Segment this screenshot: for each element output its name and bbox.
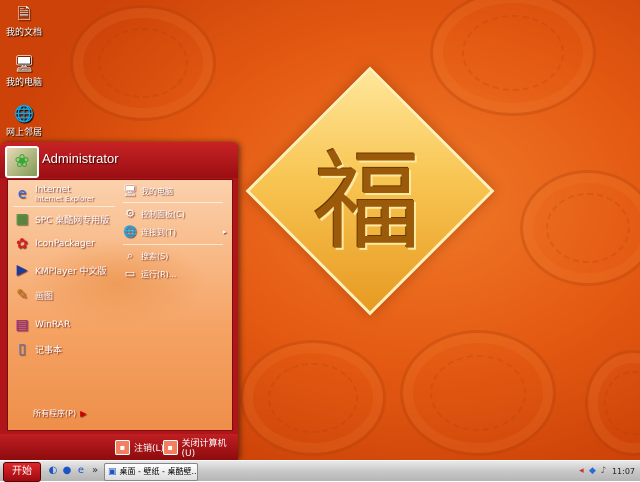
taskbar-window-title: 桌面 - 壁纸 - 桌酷壁...: [119, 467, 198, 476]
menu-item-label: 画图: [35, 291, 54, 302]
submenu-arrow-icon: ▸: [223, 228, 227, 236]
connect-to-icon: 🌐: [123, 225, 137, 238]
wallpaper-seal: [520, 170, 640, 286]
menu-item-paint[interactable]: ✎ 画图: [13, 284, 53, 306]
clock[interactable]: 11:07: [612, 467, 635, 476]
network-icon: 🌐: [14, 104, 34, 123]
menu-item-text: Internet Internet Explorer: [35, 185, 94, 203]
spc-app-icon: ▦: [15, 211, 29, 227]
start-menu: ❀ Administrator e Internet Internet Expl…: [0, 142, 238, 460]
start-button[interactable]: 开始: [3, 462, 41, 482]
menu-item-label: 运行(R)...: [141, 269, 177, 279]
show-desktop-icon[interactable]: ◐: [46, 464, 60, 478]
desktop-icon-my-documents[interactable]: 🗎 我的文档: [0, 4, 48, 38]
menu-item-run[interactable]: ▭ 运行(R)...: [123, 266, 177, 282]
desktop-icon-label: 网上邻居: [5, 128, 42, 138]
menu-item-control-panel[interactable]: ⚙ 控制面板(C): [123, 206, 185, 222]
menu-item-connect-to[interactable]: 🌐 连接到(T) ▸: [123, 224, 232, 240]
menu-item-label: 搜索(S): [141, 251, 169, 261]
menu-item-sublabel: Internet Explorer: [35, 195, 95, 203]
menu-item-spc[interactable]: ▦ SPC 桌酷网专用版: [13, 208, 109, 230]
logoff-icon: ▪: [115, 439, 130, 455]
wallpaper-seal: [585, 350, 640, 456]
quick-launch-overflow-icon[interactable]: »: [88, 464, 102, 478]
menu-item-label: SPC 桌酷网专用版: [35, 215, 110, 226]
start-menu-body: e Internet Internet Explorer ▦ SPC 桌酷网专用…: [7, 179, 233, 431]
tray-volume-icon[interactable]: ♪: [598, 466, 609, 476]
paint-icon: ✎: [16, 287, 28, 303]
menu-item-label: 我的电脑: [141, 186, 173, 196]
media-player-icon[interactable]: ●: [60, 464, 74, 478]
desktop-icon-my-computer[interactable]: 🖥 我的电脑: [0, 54, 48, 88]
folder-documents-icon: 🗎: [17, 4, 31, 23]
winrar-icon: ▤: [15, 317, 29, 333]
shutdown-button[interactable]: ▪ 关闭计算机(U): [163, 439, 238, 459]
logoff-button[interactable]: ▪ 注销(L): [115, 439, 164, 455]
desktop-icon-network[interactable]: 🌐 网上邻居: [0, 104, 48, 138]
my-computer-icon: 🖥: [123, 184, 137, 197]
iconpackager-icon: ✿: [16, 236, 28, 252]
menu-item-winrar[interactable]: ▤ WinRAR: [13, 314, 70, 336]
system-tray: ◂ ◆ ♪ 11:07: [574, 462, 638, 480]
notepad-icon: ▯: [18, 341, 26, 357]
desktop-icon-label: 我的电脑: [5, 78, 42, 88]
taskbar-window-button[interactable]: ▣ 桌面 - 壁纸 - 桌酷壁...: [104, 463, 198, 481]
taskbar: 开始 ◐ ● e » ▣ 桌面 - 壁纸 - 桌酷壁... ◂ ◆ ♪ 11:0…: [0, 460, 640, 482]
tray-app-icon[interactable]: ◆: [587, 466, 598, 476]
menu-item-label: 控制面板(C): [141, 209, 185, 219]
fu-character: 福: [312, 140, 421, 265]
menu-item-my-computer[interactable]: 🖥 我的电脑: [123, 183, 173, 199]
menu-separator: [123, 202, 223, 203]
menu-item-internet[interactable]: e Internet Internet Explorer: [13, 183, 94, 205]
kmplayer-icon: ▶: [16, 262, 28, 278]
ie-quick-icon[interactable]: e: [74, 464, 88, 478]
user-avatar: ❀: [5, 146, 39, 178]
all-programs-label: 所有程序(P): [33, 409, 77, 418]
menu-item-search[interactable]: ⌕ 搜索(S): [123, 248, 168, 264]
wallpaper-seal: [240, 340, 386, 456]
search-icon: ⌕: [126, 249, 134, 262]
start-menu-header: ❀ Administrator: [0, 142, 238, 178]
computer-icon: 🖥: [13, 54, 35, 73]
menu-item-label: IconPackager: [35, 239, 95, 249]
start-menu-footer: ▪ 注销(L) ▪ 关闭计算机(U): [0, 434, 238, 460]
menu-separator: [13, 206, 115, 207]
arrow-right-icon: ▶: [80, 409, 87, 418]
wallpaper-seal: [70, 5, 216, 121]
internet-explorer-icon: e: [17, 186, 27, 202]
control-panel-icon: ⚙: [125, 207, 135, 220]
folder-window-icon: ▣: [108, 467, 117, 477]
menu-item-kmplayer[interactable]: ▶ KMPlayer 中文版: [13, 259, 107, 281]
menu-item-label: 记事本: [35, 345, 63, 356]
menu-item-label: KMPlayer 中文版: [35, 266, 107, 277]
menu-item-label: 连接到(T): [141, 227, 177, 237]
menu-item-label: Internet: [35, 185, 71, 195]
all-programs-button[interactable]: 所有程序(P) ▶: [33, 408, 86, 419]
run-icon: ▭: [124, 267, 136, 280]
shutdown-label: 关闭计算机(U): [181, 438, 227, 459]
wallpaper-seal: [430, 0, 596, 116]
wallpaper-seal: [400, 330, 556, 456]
power-icon: ▪: [163, 439, 178, 455]
menu-item-iconpackager[interactable]: ✿ IconPackager: [13, 233, 95, 255]
menu-separator: [123, 244, 223, 245]
logoff-label: 注销(L): [134, 443, 165, 454]
menu-item-notepad[interactable]: ▯ 记事本: [13, 338, 62, 360]
menu-item-label: WinRAR: [35, 320, 71, 330]
user-name: Administrator: [42, 151, 119, 166]
tray-back-icon[interactable]: ◂: [576, 466, 587, 476]
desktop-icon-label: 我的文档: [5, 28, 42, 38]
